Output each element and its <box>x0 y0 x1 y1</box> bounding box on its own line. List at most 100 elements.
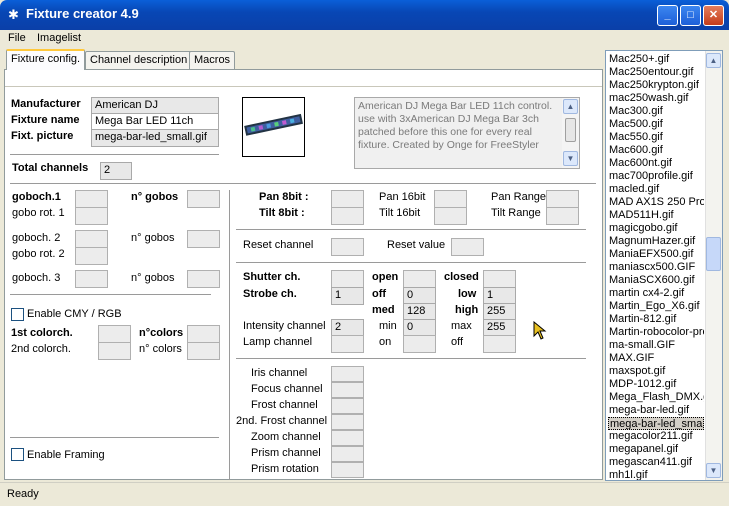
file-list-item[interactable]: ManiaSCX600.gif <box>608 274 704 287</box>
vertical-divider <box>229 190 230 480</box>
off2-field[interactable] <box>483 335 516 353</box>
image-file-list[interactable]: Mac250+.gif Mac250entour.gif Mac250krypton… <box>605 50 723 481</box>
prism-field[interactable] <box>331 446 364 462</box>
pan8-field[interactable] <box>331 190 364 208</box>
file-list-item[interactable]: Mac250+.gif <box>608 53 704 66</box>
ncolors1-field[interactable] <box>187 325 220 343</box>
file-list-item[interactable]: Martin_Ego_X6.gif <box>608 300 704 313</box>
menu-imagelist[interactable]: Imagelist <box>37 32 81 44</box>
zoom-field[interactable] <box>331 430 364 446</box>
file-list-item[interactable]: mega-bar-led_small.g <box>608 417 704 430</box>
file-list-item[interactable]: Mac600nt.gif <box>608 157 704 170</box>
tilt8-field[interactable] <box>331 207 364 225</box>
file-list-item[interactable]: Mac500.gif <box>608 118 704 131</box>
file-list-item[interactable]: MAX.GIF <box>608 352 704 365</box>
pan16-field[interactable] <box>434 190 467 208</box>
gobo-rot2-field[interactable] <box>75 247 108 265</box>
ngobos3-field[interactable] <box>187 270 220 288</box>
ncolors2-field[interactable] <box>187 342 220 360</box>
goboch1-field[interactable] <box>75 190 108 208</box>
scroll-up-icon[interactable]: ▲ <box>706 53 721 68</box>
enable-framing-checkbox[interactable] <box>11 448 24 461</box>
ngobos3-label: n° gobos <box>131 272 175 284</box>
frost2-field[interactable] <box>331 414 364 430</box>
file-list-item[interactable]: Mega_Flash_DMX.g <box>608 391 704 404</box>
file-list-item[interactable]: magicgobo.gif <box>608 222 704 235</box>
colorch1-field[interactable] <box>98 325 131 343</box>
ngobos2-field[interactable] <box>187 230 220 248</box>
goboch3-field[interactable] <box>75 270 108 288</box>
off2-label: off <box>451 336 464 348</box>
file-list-item[interactable]: mac700profile.gif <box>608 170 704 183</box>
file-list-item[interactable]: megapanel.gif <box>608 443 704 456</box>
goboch2-field[interactable] <box>75 230 108 248</box>
file-list-item[interactable]: ma-small.GIF <box>608 339 704 352</box>
file-list-item[interactable]: martin cx4-2.gif <box>608 287 704 300</box>
file-list-item[interactable]: ManiaEFX500.gif <box>608 248 704 261</box>
tilt16-field[interactable] <box>434 207 467 225</box>
close-button[interactable]: ✕ <box>703 5 724 26</box>
fixture-picture-field[interactable]: mega-bar-led_small.gif <box>91 129 219 147</box>
tab-macros[interactable]: Macros <box>189 51 236 69</box>
enable-cmy-checkbox[interactable] <box>11 308 24 321</box>
manufacturer-label: Manufacturer <box>11 98 81 110</box>
on-field[interactable] <box>403 335 436 353</box>
reset-channel-label: Reset channel <box>243 239 314 251</box>
file-list-item[interactable]: MDP-1012.gif <box>608 378 704 391</box>
file-list-item[interactable]: Mac550.gif <box>608 131 704 144</box>
ngobos1-label: n° gobos <box>131 191 179 203</box>
file-list-item[interactable]: maniascx500.GIF <box>608 261 704 274</box>
file-list-item[interactable]: Mac250krypton.gif <box>608 79 704 92</box>
frost-field[interactable] <box>331 398 364 414</box>
scroll-thumb[interactable] <box>706 237 721 271</box>
file-list-item[interactable]: Mac300.gif <box>608 105 704 118</box>
menu-file[interactable]: File <box>8 32 26 44</box>
fixture-description[interactable]: American DJ Mega Bar LED 11ch control. u… <box>354 97 580 169</box>
status-text: Ready <box>7 488 39 500</box>
panrange-field[interactable] <box>546 190 579 208</box>
file-list-item[interactable]: mega-bar-led.gif <box>608 404 704 417</box>
gobo-rot1-field[interactable] <box>75 207 108 225</box>
file-list-item[interactable]: Mac250entour.gif <box>608 66 704 79</box>
divider <box>236 262 586 263</box>
tiltrange-field[interactable] <box>546 207 579 225</box>
focus-field[interactable] <box>331 382 364 398</box>
strobe-label: Strobe ch. <box>243 288 297 300</box>
ngobos1-field[interactable] <box>187 190 220 208</box>
strobe-field[interactable]: 1 <box>331 287 364 305</box>
open-field[interactable] <box>403 270 436 288</box>
iris-field[interactable] <box>331 366 364 382</box>
scroll-down-icon[interactable]: ▼ <box>563 151 578 166</box>
maximize-button[interactable]: □ <box>680 5 701 26</box>
file-list-scrollbar[interactable]: ▲ ▼ <box>705 51 722 480</box>
prism-rotation-field[interactable] <box>331 462 364 478</box>
scroll-down-icon[interactable]: ▼ <box>706 463 721 478</box>
fixture-picture-preview[interactable] <box>242 97 305 157</box>
file-list-item[interactable]: Martin-812.gif <box>608 313 704 326</box>
reset-channel-field[interactable] <box>331 238 364 256</box>
file-list-item[interactable]: maxspot.gif <box>608 365 704 378</box>
description-scrollbar[interactable]: ▲ ▼ <box>562 98 579 168</box>
file-list-item[interactable]: megascan411.gif <box>608 456 704 469</box>
closed-field[interactable] <box>483 270 516 288</box>
tab-fixture-config[interactable]: Fixture config. <box>6 49 86 70</box>
total-channels-field[interactable]: 2 <box>100 162 132 180</box>
tab-channel-description[interactable]: Channel description <box>85 51 193 69</box>
fixture-picture-label: Fixt. picture <box>11 130 74 142</box>
reset-value-field[interactable] <box>451 238 484 256</box>
shutter-field[interactable] <box>331 270 364 288</box>
file-list-item[interactable]: macled.gif <box>608 183 704 196</box>
file-list-item[interactable]: MagnumHazer.gif <box>608 235 704 248</box>
lamp-field[interactable] <box>331 335 364 353</box>
colorch2-field[interactable] <box>98 342 131 360</box>
file-list-item[interactable]: Martin-robocolor-pro <box>608 326 704 339</box>
file-list-item[interactable]: mh1l.gif <box>608 469 704 480</box>
scroll-up-icon[interactable]: ▲ <box>563 99 578 114</box>
minimize-button[interactable]: _ <box>657 5 678 26</box>
description-scroll-thumb[interactable] <box>565 118 576 142</box>
file-list-item[interactable]: MAD511H.gif <box>608 209 704 222</box>
file-list-item[interactable]: Mac600.gif <box>608 144 704 157</box>
file-list-item[interactable]: mac250wash.gif <box>608 92 704 105</box>
file-list-item[interactable]: MAD AX1S 250 Pro <box>608 196 704 209</box>
file-list-item[interactable]: megacolor211.gif <box>608 430 704 443</box>
